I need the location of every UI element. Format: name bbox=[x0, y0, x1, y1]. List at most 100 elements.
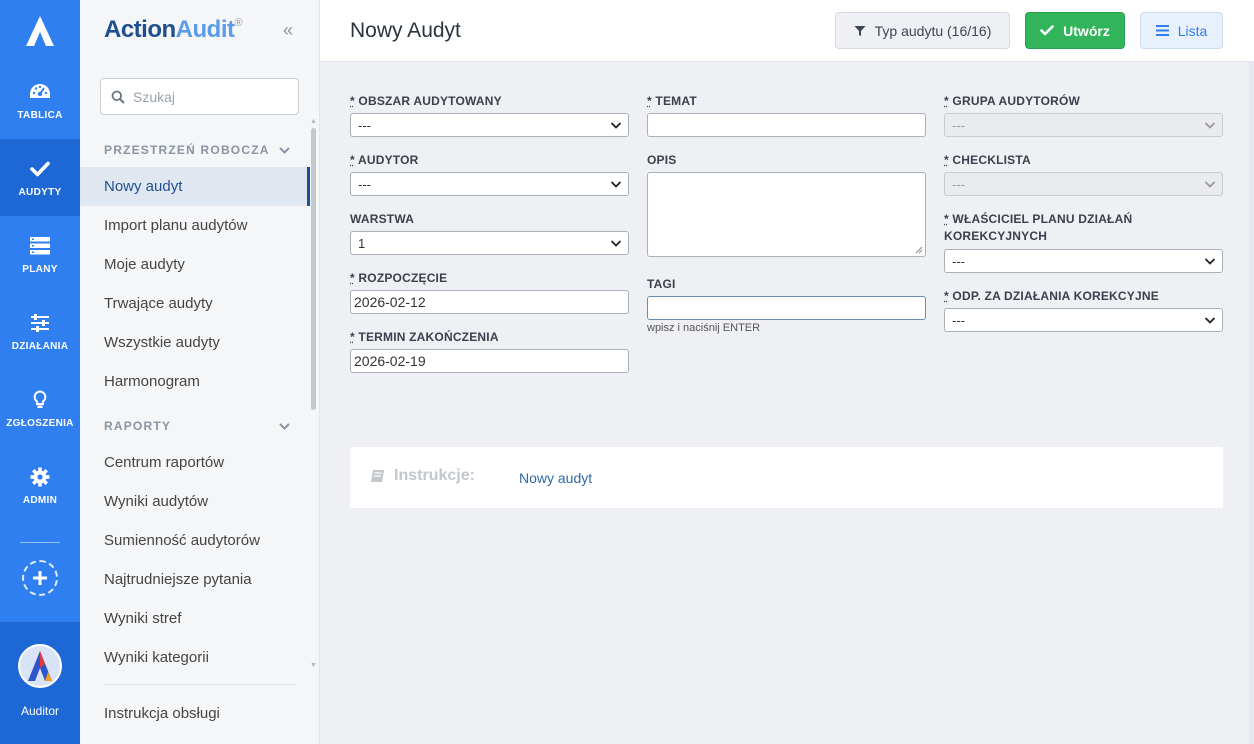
tags-hint: wpisz i naciśnij ENTER bbox=[647, 322, 761, 334]
nav-sumiennosc-audytorow[interactable]: Sumienność audytorów bbox=[80, 521, 310, 560]
resize-grip-icon[interactable] bbox=[915, 246, 923, 254]
nav-wszystkie-audyty[interactable]: Wszystkie audyty bbox=[80, 323, 310, 362]
nav-harmonogram[interactable]: Harmonogram bbox=[80, 362, 310, 401]
search-input[interactable] bbox=[133, 88, 283, 105]
scroll-up-arrow[interactable]: ▲ bbox=[310, 118, 317, 125]
rail-label: ADMIN bbox=[22, 495, 58, 506]
chevron-down-icon bbox=[610, 122, 622, 129]
instructions-link[interactable]: Nowy audyt bbox=[519, 470, 592, 486]
nav-instrukcja-obslugi[interactable]: Instrukcja obsługi bbox=[80, 694, 310, 733]
rail-item-tablica[interactable]: TABLICA bbox=[0, 62, 80, 139]
label-text: OBSZAR AUDYTOWANY bbox=[358, 94, 502, 108]
required-mark: * bbox=[350, 94, 355, 108]
odp-select[interactable]: --- bbox=[944, 308, 1223, 332]
check-icon bbox=[1040, 25, 1054, 36]
nav-wyniki-stref[interactable]: Wyniki stref bbox=[80, 599, 310, 638]
avatar bbox=[18, 644, 62, 688]
nav-nowy-audyt[interactable]: Nowy audyt bbox=[80, 167, 310, 206]
required-mark: * bbox=[944, 289, 949, 303]
label-text: AUDYTOR bbox=[357, 153, 419, 167]
select-value: --- bbox=[358, 176, 371, 192]
main-scrollbar-track[interactable] bbox=[1249, 62, 1254, 744]
sidebar-divider bbox=[104, 684, 296, 685]
label-text: TERMIN ZAKOŃCZENIA bbox=[358, 330, 499, 344]
icon-rail: TABLICA AUDYTY PLANY DZIAŁANIA ZGŁOSZENI… bbox=[0, 0, 80, 744]
rail-item-plany[interactable]: PLANY bbox=[0, 216, 80, 293]
chevron-down-icon bbox=[1204, 181, 1216, 188]
nav-centrum-raportow[interactable]: Centrum raportów bbox=[80, 443, 310, 482]
collapse-sidebar-icon[interactable]: « bbox=[283, 20, 293, 41]
nav-najtrudniejsze-pytania[interactable]: Najtrudniejsze pytania bbox=[80, 560, 310, 599]
section-przestrzen-robocza[interactable]: PRZESTRZEŃ ROBOCZA bbox=[104, 140, 290, 160]
temat-label: * TEMAT bbox=[647, 93, 697, 110]
audytor-select[interactable]: --- bbox=[350, 172, 629, 196]
chevron-down-icon bbox=[279, 146, 290, 154]
nav-import-planu[interactable]: Import planu audytów bbox=[80, 206, 310, 245]
gear-icon bbox=[28, 465, 52, 489]
add-button[interactable] bbox=[22, 560, 58, 596]
sidebar-scrollbar[interactable] bbox=[311, 128, 316, 410]
rail-label: TABLICA bbox=[17, 110, 63, 121]
nav-label: Wyniki stref bbox=[104, 610, 182, 627]
select-value: --- bbox=[952, 312, 965, 328]
rail-label: PLANY bbox=[22, 264, 58, 275]
checklista-label: * CHECKLISTA bbox=[944, 152, 1031, 169]
nav-trwajace-audyty[interactable]: Trwające audyty bbox=[80, 284, 310, 323]
rail-label: ZGŁOSZENIA bbox=[6, 418, 74, 429]
required-mark: * bbox=[350, 330, 355, 344]
wlasciciel-select[interactable]: --- bbox=[944, 249, 1223, 273]
label-text: TEMAT bbox=[655, 94, 697, 108]
check-icon bbox=[28, 157, 52, 181]
start-date-input[interactable]: 2026-02-12 bbox=[350, 290, 629, 314]
checklista-select: --- bbox=[944, 172, 1223, 196]
nav-moje-audyty[interactable]: Moje audyty bbox=[80, 245, 310, 284]
opis-textarea[interactable] bbox=[647, 172, 926, 257]
page-title: Nowy Audyt bbox=[350, 19, 461, 42]
book-icon bbox=[370, 469, 385, 483]
tagi-label: TAGI bbox=[647, 277, 676, 291]
rail-item-admin[interactable]: ADMIN bbox=[0, 447, 80, 524]
rail-item-dzialania[interactable]: DZIAŁANIA bbox=[0, 293, 80, 370]
nav-wyniki-audytow[interactable]: Wyniki audytów bbox=[80, 482, 310, 521]
section-title: RAPORTY bbox=[104, 419, 172, 433]
termin-label: * TERMIN ZAKOŃCZENIA bbox=[350, 329, 499, 346]
rail-label: AUDYTY bbox=[18, 187, 62, 198]
user-logo-icon bbox=[28, 651, 52, 681]
obszar-select[interactable]: --- bbox=[350, 113, 629, 137]
input-value: 2026-02-19 bbox=[354, 353, 426, 369]
select-value: --- bbox=[952, 176, 965, 192]
audit-type-filter-button[interactable]: Typ audytu (16/16) bbox=[835, 12, 1010, 49]
label-text: ROZPOCZĘCIE bbox=[358, 271, 448, 285]
search-box[interactable] bbox=[100, 78, 299, 115]
button-label: Lista bbox=[1177, 22, 1208, 39]
warstwa-select[interactable]: 1 bbox=[350, 231, 629, 255]
app-logo[interactable] bbox=[0, 0, 80, 62]
section-raporty[interactable]: RAPORTY bbox=[104, 416, 290, 436]
user-menu[interactable]: Auditor bbox=[0, 622, 80, 744]
temat-input[interactable] bbox=[647, 113, 926, 137]
grupa-label: * GRUPA AUDYTORÓW bbox=[944, 93, 1080, 110]
nav-wyniki-kategorii[interactable]: Wyniki kategorii bbox=[80, 638, 310, 677]
tags-input[interactable] bbox=[647, 296, 926, 320]
nav-label: Wyniki kategorii bbox=[104, 649, 209, 666]
lightbulb-icon bbox=[28, 388, 52, 412]
dashboard-icon bbox=[28, 80, 52, 104]
chevron-down-icon bbox=[610, 240, 622, 247]
list-button[interactable]: Lista bbox=[1140, 12, 1223, 49]
brand-logo[interactable]: ActionAudit® bbox=[104, 16, 243, 44]
nav-label: Centrum raportów bbox=[104, 454, 225, 471]
plus-icon bbox=[33, 571, 47, 585]
label-text: ODP. ZA DZIAŁANIA KOREKCYJNE bbox=[952, 289, 1159, 303]
rail-item-audyty[interactable]: AUDYTY bbox=[0, 139, 80, 216]
required-mark: * bbox=[350, 153, 355, 167]
label-text: CHECKLISTA bbox=[952, 153, 1031, 167]
nav-label: Sumienność audytorów bbox=[104, 532, 260, 549]
scroll-down-arrow[interactable]: ▼ bbox=[310, 662, 317, 669]
create-button[interactable]: Utwórz bbox=[1025, 12, 1125, 49]
rail-item-zgloszenia[interactable]: ZGŁOSZENIA bbox=[0, 370, 80, 447]
select-value: 1 bbox=[358, 235, 366, 251]
due-date-input[interactable]: 2026-02-19 bbox=[350, 349, 629, 373]
chevron-down-icon bbox=[1204, 258, 1216, 265]
button-label: Typ audytu (16/16) bbox=[874, 22, 992, 39]
instructions-panel: Instrukcje: Nowy audyt bbox=[350, 447, 1223, 508]
